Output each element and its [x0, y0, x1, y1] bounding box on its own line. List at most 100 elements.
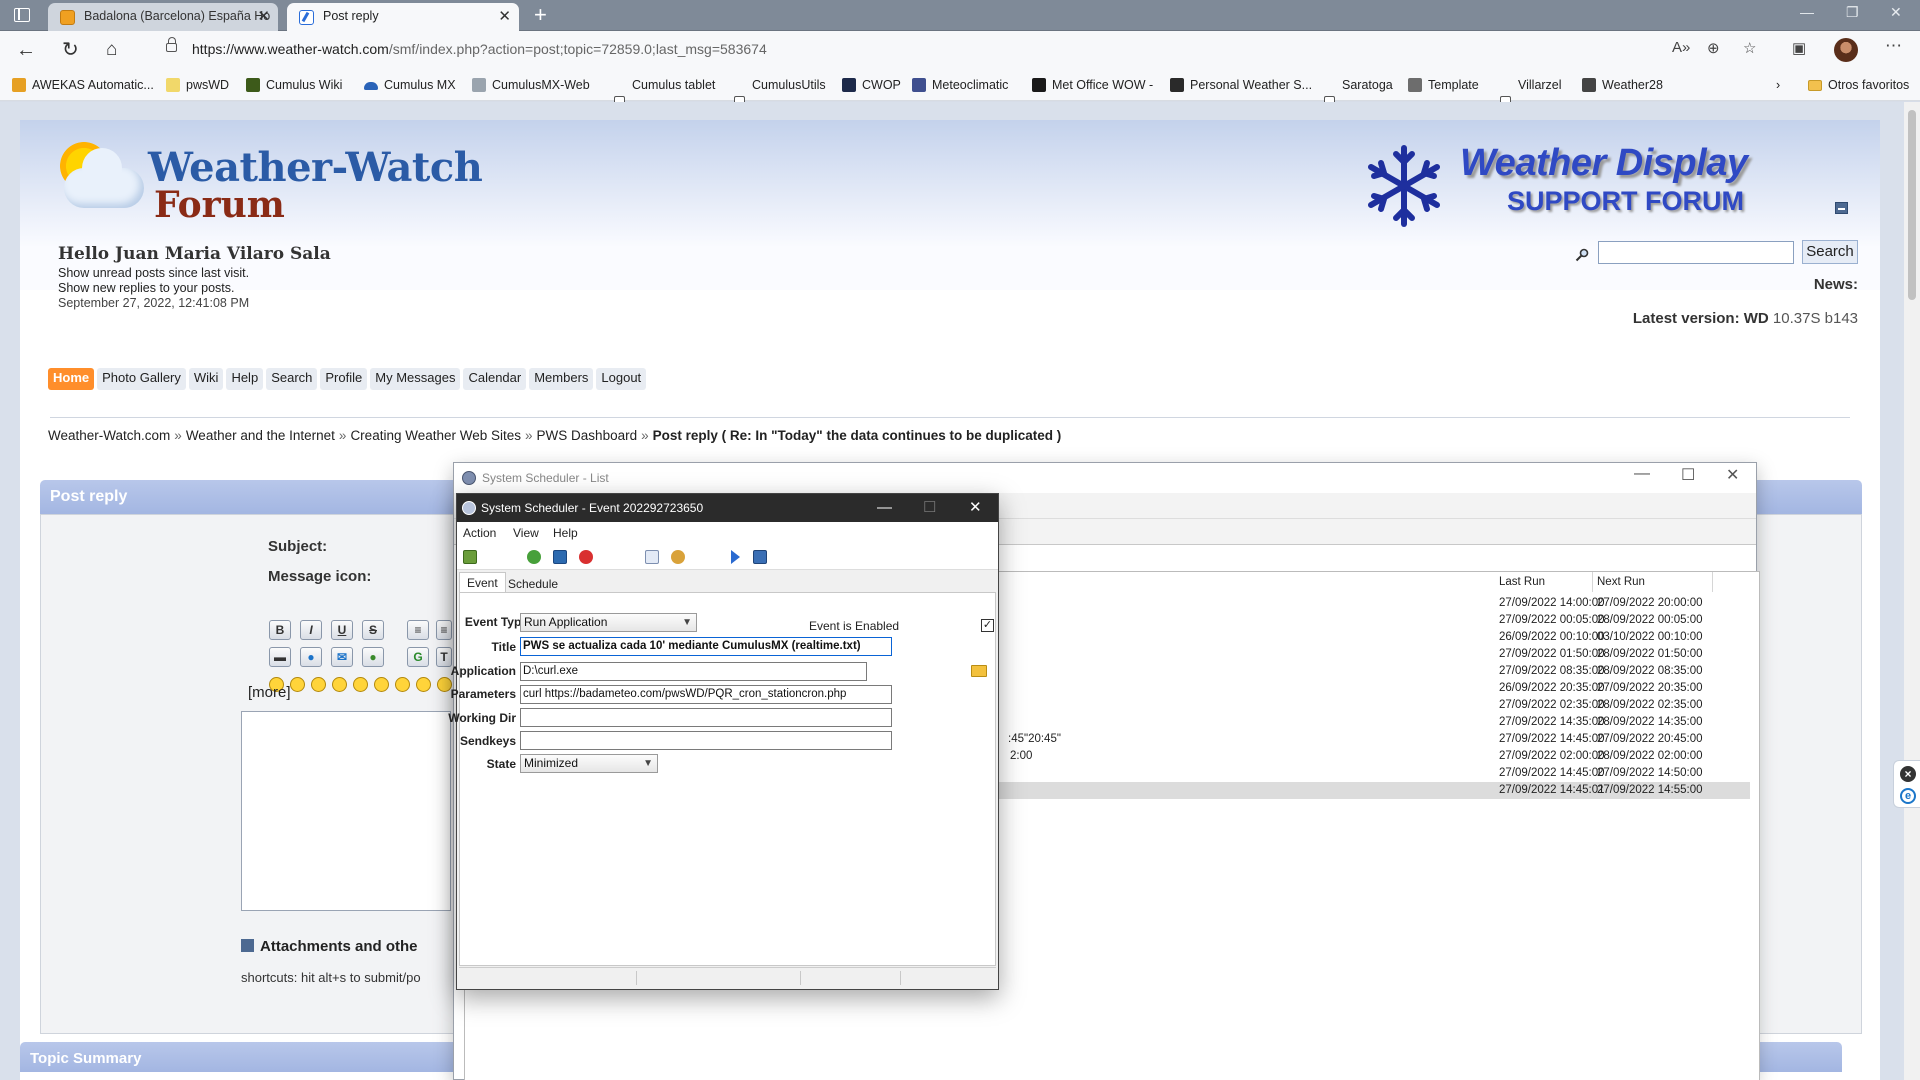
smiley-icon[interactable]: [416, 677, 431, 692]
bold-button[interactable]: B: [269, 620, 291, 640]
glow-button[interactable]: G: [407, 647, 429, 667]
breadcrumb-home[interactable]: Weather-Watch.com: [48, 428, 170, 443]
menu-view[interactable]: View: [513, 526, 539, 540]
unread-posts-link[interactable]: Show unread posts since last visit.: [58, 266, 249, 280]
back-icon[interactable]: ←: [16, 39, 36, 61]
smiley-icon[interactable]: [374, 677, 389, 692]
home-icon[interactable]: ⌂: [106, 39, 117, 61]
browser-tab-post-reply[interactable]: Post reply ✕: [287, 3, 519, 31]
attachments-toggle[interactable]: Attachments and othe: [241, 938, 418, 955]
bookmark-cumulusutils[interactable]: CumulusUtils: [732, 78, 826, 1056]
insert-link-button[interactable]: ●: [300, 647, 322, 667]
forum-logo-subtitle[interactable]: Forum: [154, 184, 285, 226]
add-icon[interactable]: [527, 550, 541, 564]
bookmarks-overflow-icon[interactable]: ›: [1776, 78, 1780, 92]
bookmark-cumulus-mx[interactable]: Cumulus MX: [364, 78, 456, 92]
log-icon[interactable]: [753, 550, 767, 564]
save-icon[interactable]: [553, 550, 567, 564]
smiley-icon[interactable]: [290, 677, 305, 692]
url-field[interactable]: https://www.weather-watch.com/smf/index.…: [148, 35, 1698, 65]
underline-button[interactable]: U: [331, 620, 353, 640]
tab-actions-icon[interactable]: [14, 8, 30, 22]
align-center-button[interactable]: ≡: [436, 620, 452, 640]
smiley-icon[interactable]: [311, 677, 326, 692]
close-window-icon[interactable]: ✕: [1890, 4, 1902, 21]
page-scrollbar[interactable]: [1904, 102, 1920, 1080]
close-sidebar-icon[interactable]: ×: [1900, 766, 1916, 782]
breadcrumb-weather-internet[interactable]: Weather and the Internet: [186, 428, 335, 443]
title-field[interactable]: PWS se actualiza cada 10' mediante Cumul…: [520, 637, 892, 656]
bookmark-cumulusmx-web[interactable]: CumulusMX-Web: [472, 78, 590, 92]
smiley-icon[interactable]: [332, 677, 347, 692]
more-menu-icon[interactable]: ⋯: [1885, 36, 1902, 56]
menu-profile[interactable]: Profile: [320, 368, 368, 390]
menu-search[interactable]: Search: [266, 368, 318, 390]
col-next-run[interactable]: Next Run: [1593, 572, 1713, 592]
bookmark-weather28[interactable]: Weather28: [1582, 78, 1663, 92]
forum-search-button[interactable]: Search: [1802, 240, 1858, 264]
state-select[interactable]: Minimized ▼: [520, 754, 658, 773]
menu-home[interactable]: Home: [48, 368, 95, 390]
forum-search-input[interactable]: [1598, 241, 1794, 264]
event-minimize-icon[interactable]: —: [877, 494, 892, 522]
collections-icon[interactable]: ▣: [1792, 39, 1806, 57]
profile-avatar[interactable]: [1834, 38, 1858, 62]
close-tab-icon[interactable]: ✕: [257, 3, 270, 30]
align-left-button[interactable]: ≡: [407, 620, 429, 640]
browser-tab-badalona[interactable]: Badalona (Barcelona) España Ho ✕: [48, 3, 278, 31]
bookmark-cumulus-tablet[interactable]: Cumulus tablet: [612, 78, 715, 1056]
bookmark-saratoga[interactable]: Saratoga: [1322, 78, 1393, 1056]
run-icon[interactable]: [731, 550, 740, 564]
exit-icon[interactable]: [463, 550, 477, 564]
restore-icon[interactable]: ❐: [1846, 4, 1859, 21]
bookmark-pwswd[interactable]: pwsWD: [166, 78, 229, 92]
minimize-icon[interactable]: —: [1800, 4, 1814, 20]
tab-event[interactable]: Event: [459, 572, 506, 592]
bookmark-cumulus-wiki[interactable]: Cumulus Wiki: [246, 78, 342, 92]
list-close-icon[interactable]: ✕: [1726, 465, 1739, 485]
event-close-icon[interactable]: ✕: [969, 494, 982, 522]
bookmark-template[interactable]: Template: [1408, 78, 1479, 92]
bookmark-awekas[interactable]: AWEKAS Automatic...: [12, 78, 154, 92]
message-textarea[interactable]: [241, 711, 451, 911]
menu-photo-gallery[interactable]: Photo Gallery: [97, 368, 186, 390]
collapse-header-icon[interactable]: [1835, 202, 1848, 214]
edge-sidebar-icon[interactable]: e: [1900, 788, 1916, 804]
menu-my-messages[interactable]: My Messages: [370, 368, 461, 390]
more-smileys-link[interactable]: [more]: [248, 684, 291, 701]
delete-icon[interactable]: [579, 550, 593, 564]
bookmark-meteoclimatic[interactable]: Meteoclimatic: [912, 78, 1008, 92]
breadcrumb-creating-sites[interactable]: Creating Weather Web Sites: [350, 428, 521, 443]
tab-schedule[interactable]: Schedule: [501, 574, 565, 594]
parameters-field[interactable]: curl https://badameteo.com/pwsWD/PQR_cro…: [520, 685, 892, 704]
bookmark-cwop[interactable]: CWOP: [842, 78, 901, 92]
lock-icon[interactable]: [166, 37, 177, 52]
smiley-icon[interactable]: [353, 677, 368, 692]
new-replies-link[interactable]: Show new replies to your posts.: [58, 281, 234, 295]
bookmark-personal-weather[interactable]: Personal Weather S...: [1170, 78, 1312, 92]
properties-icon[interactable]: [645, 550, 659, 564]
settings-gear-icon[interactable]: [671, 550, 685, 564]
event-type-select[interactable]: Run Application ▼: [520, 613, 697, 632]
menu-logout[interactable]: Logout: [596, 368, 647, 390]
event-enabled-checkbox[interactable]: ✓: [981, 619, 994, 632]
sendkeys-field[interactable]: [520, 731, 892, 750]
scrollbar-thumb[interactable]: [1908, 110, 1916, 300]
insert-ftp-button[interactable]: ●: [362, 647, 384, 667]
menu-wiki[interactable]: Wiki: [188, 368, 224, 390]
browse-folder-icon[interactable]: [971, 665, 987, 677]
smiley-icon[interactable]: [395, 677, 410, 692]
flash-button[interactable]: ▬: [269, 647, 291, 667]
menu-members[interactable]: Members: [529, 368, 594, 390]
italic-button[interactable]: I: [300, 620, 322, 640]
menu-action[interactable]: Action: [463, 526, 496, 540]
working-dir-field[interactable]: [520, 708, 892, 727]
application-field[interactable]: D:\curl.exe: [520, 662, 867, 681]
close-tab-icon[interactable]: ✕: [498, 3, 511, 30]
insert-email-button[interactable]: ✉: [331, 647, 353, 667]
list-maximize-icon[interactable]: ☐: [1681, 465, 1695, 485]
strike-button[interactable]: S: [362, 620, 384, 640]
breadcrumb-pws-dashboard[interactable]: PWS Dashboard: [537, 428, 638, 443]
menu-help[interactable]: Help: [226, 368, 264, 390]
new-tab-icon[interactable]: +: [534, 2, 547, 28]
